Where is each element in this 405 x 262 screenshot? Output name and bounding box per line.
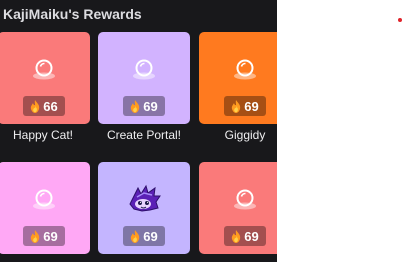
cost-badge: 66 <box>23 96 65 116</box>
cost-value: 66 <box>43 98 58 114</box>
cost-badge: 69 <box>123 226 165 246</box>
panel-title: KajiMaiku's Rewards <box>3 6 142 22</box>
reward-card[interactable]: 69 <box>0 162 90 254</box>
cost-badge: 69 <box>123 96 165 116</box>
reward-label-giggidy: Giggidy <box>224 128 266 142</box>
cost-value: 69 <box>244 98 259 114</box>
notification-dot <box>398 18 402 22</box>
flame-icon <box>131 99 140 113</box>
orb-icon <box>234 59 256 80</box>
flame-icon <box>31 99 40 113</box>
cost-value: 69 <box>143 98 158 114</box>
orb-icon <box>33 189 55 210</box>
cost-value: 69 <box>43 228 58 244</box>
reward-card[interactable]: 69 <box>98 162 190 254</box>
cost-badge: 69 <box>224 96 266 116</box>
orb-icon <box>234 189 256 210</box>
cost-badge: 69 <box>23 226 65 246</box>
reward-card[interactable]: 69 <box>199 162 277 254</box>
reward-label-happy-cat: Happy Cat! <box>12 128 74 142</box>
reward-card-create-portal[interactable]: 69 <box>98 32 190 124</box>
cost-badge: 69 <box>224 226 266 246</box>
rewards-panel: KajiMaiku's Rewards 66 Happy Cat! 69 Cre… <box>0 0 277 262</box>
orb-icon <box>33 59 55 80</box>
flame-icon <box>232 99 241 113</box>
orb-icon <box>133 59 155 80</box>
purple-creature-icon <box>129 184 161 212</box>
cost-value: 69 <box>143 228 158 244</box>
cost-value: 69 <box>244 228 259 244</box>
reward-card-happy-cat[interactable]: 66 <box>0 32 90 124</box>
flame-icon <box>31 229 40 243</box>
reward-card-giggidy[interactable]: 69 <box>199 32 277 124</box>
reward-label-create-portal: Create Portal! <box>106 128 182 142</box>
flame-icon <box>232 229 241 243</box>
flame-icon <box>131 229 140 243</box>
